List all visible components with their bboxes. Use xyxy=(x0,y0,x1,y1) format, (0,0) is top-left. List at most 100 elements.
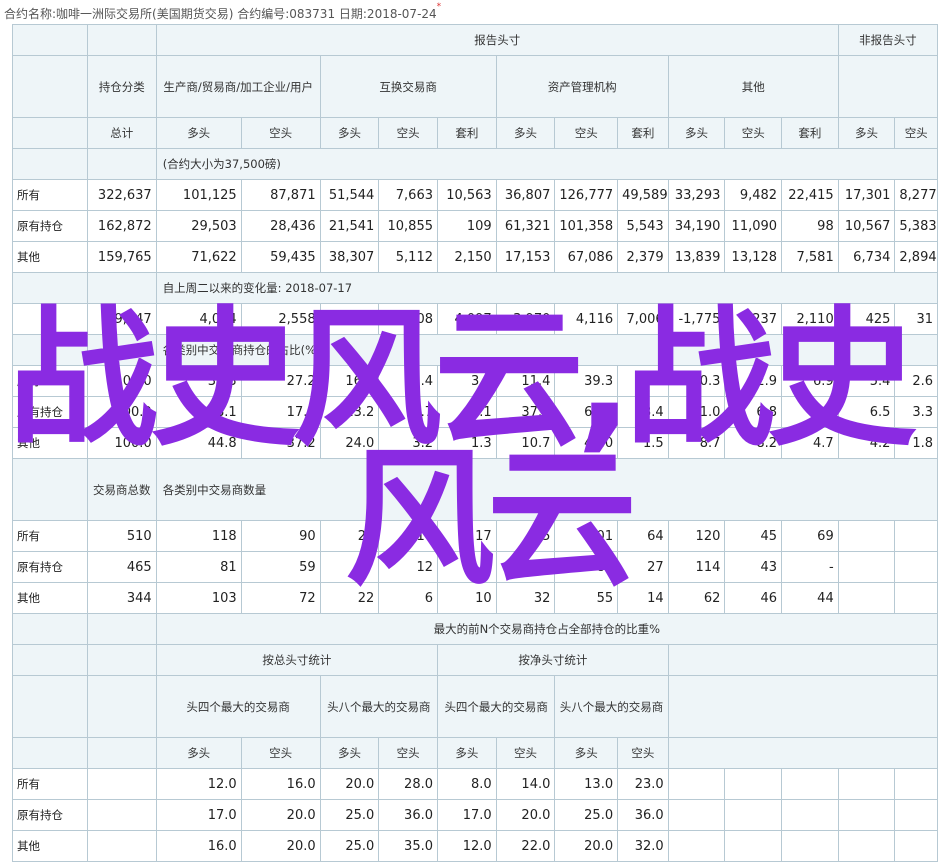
table-cell xyxy=(837,520,896,552)
row-label: 所有 xyxy=(12,520,88,552)
table-cell: 1.3 xyxy=(437,427,497,459)
table-cell: 62.2 xyxy=(554,396,619,428)
section5-ls-row: 多头 空头 多头 空头 多头 空头 多头 空头 xyxy=(12,737,939,769)
table-cell: 6 xyxy=(378,582,438,614)
table-cell: 13.0 xyxy=(554,768,619,800)
table-cell: 45 xyxy=(724,520,783,552)
table-cell: 3.3 xyxy=(894,396,938,428)
other-short-header: 空头 xyxy=(724,117,783,149)
blank-cell xyxy=(781,768,839,800)
table-cell: 4,116 xyxy=(554,303,619,335)
table-cell: 17.0 xyxy=(155,799,242,831)
gross-top8-short: 空头 xyxy=(378,737,438,769)
other-spread-header: 套利 xyxy=(781,117,839,149)
swap-short-header: 空头 xyxy=(378,117,438,149)
table-cell: 344 xyxy=(86,582,157,614)
table-row: 所有 510 118 90 27 17 17 25 101 64 120 45 69 xyxy=(12,520,938,552)
net-top8-header: 头八个最大的交易商 xyxy=(554,675,669,738)
table-row: 其他 16.0 20.0 25.0 35.0 12.0 22.0 20.0 32.0 xyxy=(12,830,938,862)
table-cell: 27 xyxy=(319,551,380,583)
header-row-top: 报告头寸 非报告头寸 xyxy=(12,24,939,56)
blank-cell xyxy=(86,830,157,862)
row-label: 其他 xyxy=(12,241,88,273)
table-cell: 510 xyxy=(86,520,157,552)
table-cell: 17.0 xyxy=(437,799,497,831)
net-top4-short: 空头 xyxy=(495,737,556,769)
table-cell: 44.8 xyxy=(155,427,242,459)
table-cell: 27 xyxy=(617,551,669,583)
blank-cell xyxy=(837,799,896,831)
table-cell: 25.0 xyxy=(319,830,380,862)
table-cell: 26 xyxy=(495,551,556,583)
table-cell: 61,321 xyxy=(495,210,556,242)
table-cell: 2,110 xyxy=(781,303,839,335)
row-label: 原有持仓 xyxy=(12,210,88,242)
table-cell: 21,541 xyxy=(319,210,380,242)
table-cell: 10 xyxy=(437,582,497,614)
swap-dealer-header: 互换交易商 xyxy=(319,55,497,118)
table-cell: 20.0 xyxy=(240,799,321,831)
table-cell: 28,436 xyxy=(240,210,321,242)
table-cell: 69 xyxy=(781,520,839,552)
section2-note-row: 自上周二以来的变化量: 2018-07-17 xyxy=(12,272,939,304)
table-cell: 10,855 xyxy=(378,210,438,242)
nonreport-blank xyxy=(837,55,939,118)
table-cell: 237 xyxy=(724,303,783,335)
table-cell xyxy=(894,520,938,552)
section5-blank-total-2 xyxy=(86,644,157,676)
table-cell: 11.4 xyxy=(495,365,556,397)
row-label xyxy=(12,303,88,335)
change-since-note: 自上周二以来的变化量: 2018-07-17 xyxy=(155,272,939,304)
table-cell: -1,775 xyxy=(667,303,726,335)
header-blank xyxy=(86,24,157,56)
table-cell xyxy=(894,551,938,583)
section5-blank-left-2 xyxy=(12,644,88,676)
table-cell: 8.2 xyxy=(724,427,783,459)
table-cell xyxy=(837,551,896,583)
section1-blank-left xyxy=(12,148,88,180)
table-cell: 7,006 xyxy=(617,303,669,335)
table-cell: 37.2 xyxy=(240,427,321,459)
table-cell xyxy=(894,582,938,614)
table-cell: 3.3 xyxy=(437,365,497,397)
table-cell: 162,872 xyxy=(86,210,157,242)
table-cell: 20.0 xyxy=(495,799,556,831)
cot-report-table: 报告头寸 非报告头寸 持仓分类 生产商/贸易商/加工企业/用户 互换交易商 资产… xyxy=(12,24,939,862)
table-cell: 36.0 xyxy=(617,799,669,831)
table-cell: 28.0 xyxy=(378,768,438,800)
nonreport-long-header: 多头 xyxy=(837,117,896,149)
table-cell: 7,581 xyxy=(781,241,839,273)
section5-topn-row: 头四个最大的交易商 头八个最大的交易商 头四个最大的交易商 头八个最大的交易商 xyxy=(12,675,939,738)
table-cell: 13,839 xyxy=(667,241,726,273)
managed-spread-header: 套利 xyxy=(617,117,669,149)
section5-blank-total xyxy=(86,613,157,645)
table-cell: 2.4 xyxy=(378,365,438,397)
table-cell: 27 xyxy=(319,520,380,552)
table-cell: 100.0 xyxy=(86,365,157,397)
table-cell: 39.3 xyxy=(554,365,619,397)
table-row: 其他 344 103 72 22 6 10 32 55 14 62 46 44 xyxy=(12,582,938,614)
table-row: 其他 159,765 71,622 59,435 38,307 5,112 2,150 17,… xyxy=(12,241,938,273)
section3-blank-left xyxy=(12,334,88,366)
blank-cell xyxy=(837,768,896,800)
table-cell: 36,807 xyxy=(495,179,556,211)
table-cell: 18.1 xyxy=(155,396,242,428)
table-cell: 1.8 xyxy=(894,427,938,459)
table-cell: 4,074 xyxy=(155,303,242,335)
gross-position-header: 按总头寸统计 xyxy=(155,644,439,676)
row-label: 原有持仓 xyxy=(12,551,88,583)
table-row: 原有持仓 162,872 29,503 28,436 21,541 10,855 109 61… xyxy=(12,210,938,242)
table-cell: 46 xyxy=(724,582,783,614)
table-cell: 32.0 xyxy=(617,830,669,862)
table-cell: 0.1 xyxy=(437,396,497,428)
table-cell: 114 xyxy=(667,551,726,583)
blank-cell xyxy=(894,799,938,831)
table-cell: 64 xyxy=(617,520,669,552)
table-cell: 35.0 xyxy=(378,830,438,862)
managed-money-header: 资产管理机构 xyxy=(495,55,669,118)
table-cell: 72 xyxy=(240,582,321,614)
managed-long-header: 多头 xyxy=(495,117,556,149)
row-label: 所有 xyxy=(12,768,88,800)
table-row: 原有持仓 465 81 59 27 12 4 26 83 27 114 43- xyxy=(12,551,938,583)
net-top8-long: 多头 xyxy=(554,737,619,769)
